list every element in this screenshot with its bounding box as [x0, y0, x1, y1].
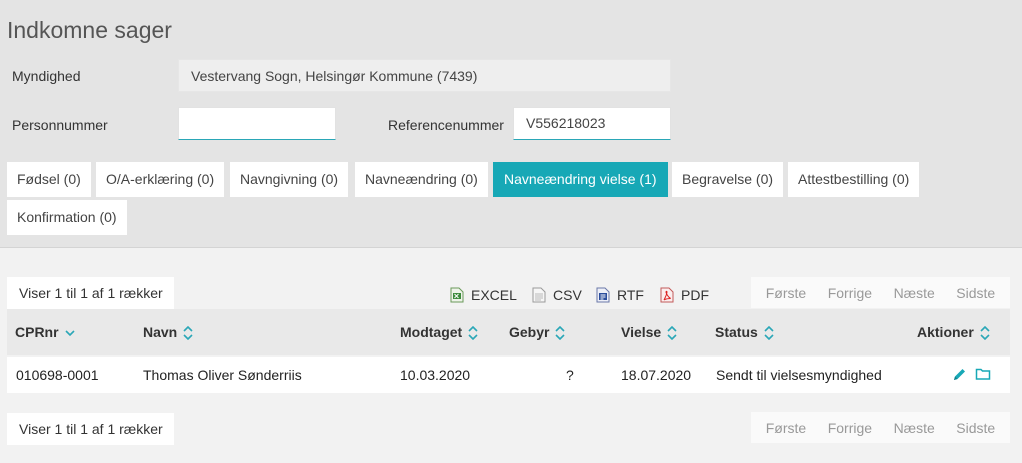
tab-navngivning[interactable]: Navngivning (0)	[230, 162, 349, 197]
column-label-name: Navn	[143, 324, 178, 340]
cell-name: Thomas Oliver Sønderriis	[143, 367, 302, 383]
excel-file-icon	[450, 287, 464, 303]
reference-label: Referencenummer	[388, 117, 504, 133]
csv-file-icon	[532, 287, 546, 303]
export-csv-button[interactable]: CSV	[532, 285, 582, 305]
pager-last-button[interactable]: Sidste	[956, 285, 995, 301]
column-header-wedding[interactable]: Vielse	[621, 309, 677, 355]
table-info-top: Viser 1 til 1 af 1 rækker	[7, 277, 174, 309]
sort-desc-icon	[64, 330, 75, 337]
column-label-wedding: Vielse	[621, 324, 662, 340]
tab-navneaendring[interactable]: Navneændring (0)	[355, 162, 488, 197]
pager-last-button[interactable]: Sidste	[956, 420, 995, 436]
tab-oa-erklaering[interactable]: O/A-erklæring (0)	[96, 162, 225, 197]
export-pdf-button[interactable]: PDF	[660, 285, 709, 305]
tab-foedsel[interactable]: Fødsel (0)	[7, 162, 91, 197]
pagination-top: Første Forrige Næste Sidste	[751, 277, 1010, 308]
sort-icon	[555, 326, 566, 341]
pager-prev-button[interactable]: Forrige	[828, 420, 872, 436]
column-header-received[interactable]: Modtaget	[400, 309, 478, 355]
sort-icon	[667, 326, 677, 341]
table-row[interactable]: 010698-0001 Thomas Oliver Sønderriis 10.…	[7, 357, 1010, 393]
pager-next-button[interactable]: Næste	[894, 420, 935, 436]
cell-wedding: 18.07.2020	[621, 367, 692, 383]
table-header: CPRnr Navn Modtaget Gebyr Vielse Status …	[7, 309, 1010, 355]
filter-panel: Indkomne sager Myndighed Vestervang Sogn…	[0, 0, 1022, 248]
pager-next-button[interactable]: Næste	[894, 285, 935, 301]
tab-attestbestilling[interactable]: Attestbestilling (0)	[788, 162, 920, 197]
pager-first-button[interactable]: Første	[766, 420, 806, 436]
cpr-input[interactable]	[178, 107, 336, 140]
sort-icon	[764, 326, 774, 341]
column-label-actions: Aktioner	[917, 324, 974, 340]
authority-label: Myndighed	[12, 68, 81, 84]
cell-status: Sendt til vielsesmyndighed	[716, 367, 882, 383]
cell-cpr: 010698-0001	[16, 367, 99, 383]
export-pdf-label: PDF	[681, 287, 709, 303]
cell-received: 10.03.2020	[400, 367, 471, 383]
column-header-cpr[interactable]: CPRnr	[15, 309, 75, 355]
table-info-bottom: Viser 1 til 1 af 1 rækker	[7, 413, 174, 445]
pencil-icon[interactable]	[952, 367, 967, 382]
sort-icon	[468, 326, 478, 341]
folder-icon[interactable]	[975, 367, 991, 381]
column-header-status[interactable]: Status	[715, 309, 774, 355]
cell-fee: ?	[566, 367, 574, 383]
pager-first-button[interactable]: Første	[766, 285, 806, 301]
tab-begravelse[interactable]: Begravelse (0)	[672, 162, 784, 197]
column-header-name[interactable]: Navn	[143, 309, 193, 355]
pager-prev-button[interactable]: Forrige	[828, 285, 872, 301]
column-label-status: Status	[715, 324, 758, 340]
column-header-actions[interactable]: Aktioner	[917, 309, 990, 355]
sort-icon	[183, 326, 193, 341]
column-label-fee: Gebyr	[509, 324, 550, 340]
tab-konfirmation[interactable]: Konfirmation (0)	[7, 200, 127, 235]
reference-input[interactable]	[513, 107, 671, 140]
column-header-fee[interactable]: Gebyr	[509, 309, 566, 355]
page-title: Indkomne sager	[7, 17, 172, 43]
export-excel-label: EXCEL	[471, 287, 517, 303]
pagination-bottom: Første Forrige Næste Sidste	[751, 412, 1010, 443]
export-excel-button[interactable]: EXCEL	[450, 285, 517, 305]
column-label-cpr: CPRnr	[15, 324, 59, 340]
export-rtf-button[interactable]: RTF	[596, 285, 644, 305]
tab-navneaendring-vielse[interactable]: Navneændring vielse (1)	[493, 162, 668, 197]
export-csv-label: CSV	[553, 287, 582, 303]
export-rtf-label: RTF	[617, 287, 644, 303]
pdf-file-icon	[660, 287, 674, 303]
rtf-file-icon	[596, 287, 610, 303]
authority-field: Vestervang Sogn, Helsingør Kommune (7439…	[178, 59, 671, 92]
sort-icon	[980, 326, 990, 341]
cpr-label: Personnummer	[12, 117, 108, 133]
column-label-received: Modtaget	[400, 324, 463, 340]
